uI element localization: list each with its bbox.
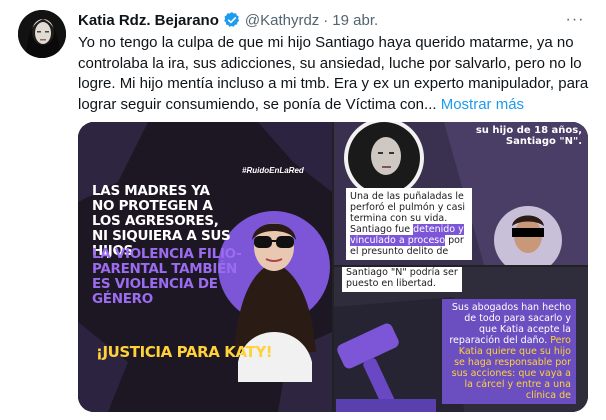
right-bottom-top-text: Santiago "N" podría ser puesto en libert…	[342, 267, 462, 292]
avatar-photo	[18, 10, 66, 58]
avatar[interactable]	[18, 10, 66, 58]
tweet-text: Yo no tengo la culpa de que mi hijo Sant…	[78, 33, 596, 115]
right-top-body: Una de las puñaladas le perforó el pulmó…	[346, 188, 472, 260]
media-grid: #RuidoEnLaRed LAS MADRES YA NO PROTEGEN …	[78, 122, 588, 412]
more-options-icon[interactable]: ···	[564, 10, 586, 30]
right-bottom-body: Sus abogados han hecho de todo para saca…	[442, 299, 576, 404]
headline-purple: LA VIOLENCIA FILIO-PARENTAL TAMBIÉN ES V…	[92, 246, 242, 307]
tweet-header: Katia Rdz. Bejarano @Kathyrdz · 19 abr. …	[78, 10, 598, 30]
media-image-right-bottom[interactable]: Santiago "N" podría ser puesto en libert…	[334, 267, 588, 412]
media-image-right-top[interactable]: su hijo de 18 años, Santiago "N". Una de…	[334, 122, 588, 265]
justicia-cta: ¡JUSTICIA PARA KATY!	[96, 343, 273, 361]
right-top-caption: su hijo de 18 años, Santiago "N".	[475, 125, 582, 147]
hashtag-ruido: #RuidoEnLaRed	[242, 166, 304, 175]
tweet-date[interactable]: 19 abr.	[332, 12, 378, 29]
verified-badge-icon	[223, 11, 241, 29]
separator-dot: ·	[323, 11, 329, 29]
media-image-left[interactable]: #RuidoEnLaRed LAS MADRES YA NO PROTEGEN …	[78, 122, 332, 412]
show-more-link[interactable]: Mostrar más	[441, 96, 524, 113]
author-name[interactable]: Katia Rdz. Bejarano	[78, 12, 219, 29]
author-handle[interactable]: @Kathyrdz	[245, 12, 319, 29]
